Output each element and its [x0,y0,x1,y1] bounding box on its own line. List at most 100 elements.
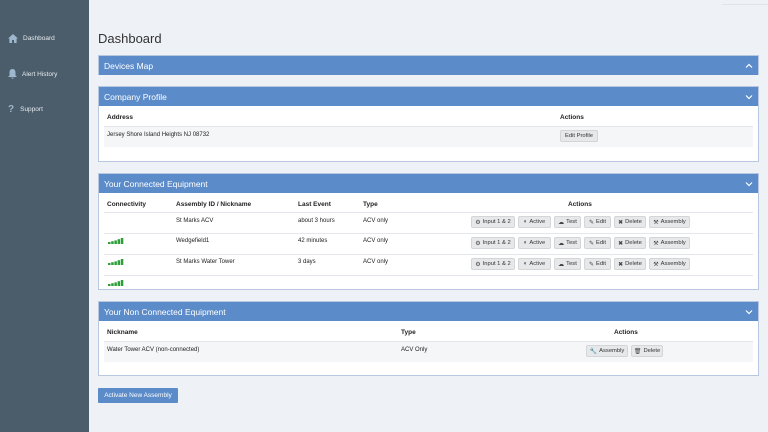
button-label: Active [529,261,546,267]
sidebar-item-alert-history[interactable]: Alert History [8,69,57,79]
signal-strength-icon [108,259,124,265]
button-label: Delete [625,240,642,246]
assembly-button[interactable]: ⚒ Assembly [649,216,690,228]
column-header-type: Type [401,329,416,336]
test-button[interactable]: ☁ Test [554,237,581,249]
company-profile-header[interactable]: Company Profile [99,87,758,106]
wrench-icon: 🔧 [589,348,598,355]
last-event: 3 days [298,259,316,265]
active-button[interactable]: ◐ Active [518,237,551,249]
wrench-icon: ⚒ [653,261,659,268]
top-divider [722,4,768,5]
chevron-down-icon[interactable] [744,307,754,317]
assembly-name: Wedgefield1 [176,238,210,244]
sidebar-item-label: Dashboard [23,35,55,42]
button-label: Active [529,240,546,246]
edit-button[interactable]: ✎ Edit [584,237,611,249]
last-event: about 3 hours [298,218,335,224]
question-icon: ? [8,104,15,115]
button-label: Test [566,261,577,267]
button-label: Input 1 & 2 [482,240,511,246]
address-value: Jersey Shore Island Heights NJ 08732 [107,132,210,138]
connected-equipment-header[interactable]: Your Connected Equipment [99,174,758,193]
panel-title: Your Connected Equipment [104,178,208,189]
devices-map-header[interactable]: Devices Map [99,56,758,75]
wrench-icon: ⚒ [653,219,659,226]
button-label: Edit [596,261,607,267]
equipment-type: ACV only [363,218,389,224]
home-icon [8,34,18,43]
equipment-type: ACV Only [401,347,428,353]
column-header-address: Address [107,114,134,121]
chevron-down-icon[interactable] [744,179,754,189]
button-label: Test [566,240,577,246]
equipment-type: ACV only [363,238,389,244]
delete-button[interactable]: ✖ Delete [614,216,646,228]
assembly-button[interactable]: 🔧 Assembly [586,345,628,357]
active-button[interactable]: ◐ Active [518,258,551,270]
panel-title: Your Non Connected Equipment [104,306,226,317]
toggle-icon: ◐ [523,261,528,267]
sidebar-item-dashboard[interactable]: Dashboard [8,34,55,43]
chevron-down-icon[interactable] [744,92,754,102]
row-divider [104,275,753,276]
column-header-assembly-id: Assembly ID / Nickname [176,201,252,208]
signal-strength-icon [108,238,124,244]
sidebar-item-support[interactable]: ? Support [8,104,43,115]
delete-button[interactable]: ✖ Delete [614,258,646,270]
edit-button[interactable]: ✎ Edit [584,216,611,228]
pencil-icon: ✎ [588,240,595,247]
edit-profile-button[interactable]: Edit Profile [560,130,598,142]
column-header-nickname: Nickname [107,329,138,336]
input-button[interactable]: ⚙ Input 1 & 2 [471,258,515,270]
gears-icon: ⚙ [475,219,481,226]
sidebar: Dashboard Alert History ? Support [0,0,89,432]
column-header-connectivity: Connectivity [107,201,147,208]
edit-button[interactable]: ✎ Edit [584,258,611,270]
activate-new-assembly-button[interactable]: Activate New Assembly [98,388,178,403]
sidebar-item-label: Support [20,106,43,113]
button-label: Edit [596,219,607,225]
panel-title: Devices Map [104,60,154,71]
row-divider [104,254,753,255]
assembly-name: St Marks ACV [176,218,214,224]
delete-button[interactable]: 🗑 Delete [631,345,663,357]
test-button[interactable]: ☁ Test [554,216,581,228]
signal-strength-icon [108,280,124,286]
connected-equipment-panel: Your Connected Equipment Connectivity As… [98,173,759,290]
button-label: Test [566,219,577,225]
trash-icon: 🗑 [633,348,642,355]
assembly-name: St Marks Water Tower [176,259,235,265]
non-connected-equipment-header[interactable]: Your Non Connected Equipment [99,302,758,321]
trash-icon: ✖ [618,219,624,226]
pencil-icon: ✎ [588,219,595,226]
column-header-actions: Actions [560,114,584,121]
delete-button[interactable]: ✖ Delete [614,237,646,249]
button-label: Assembly [660,240,686,246]
page-title: Dashboard [98,31,162,46]
chevron-up-icon[interactable] [744,61,754,71]
column-header-actions: Actions [568,201,592,208]
button-label: Input 1 & 2 [482,261,511,267]
active-button[interactable]: ◐ Active [518,216,551,228]
test-button[interactable]: ☁ Test [554,258,581,270]
input-button[interactable]: ⚙ Input 1 & 2 [471,237,515,249]
button-label: Edit [596,240,607,246]
sidebar-item-label: Alert History [22,70,58,78]
nickname-value: Water Tower ACV (non-connected) [107,347,200,353]
panel-title: Company Profile [104,91,167,102]
button-label: Active [529,219,546,225]
cloud-icon: ☁ [558,240,565,247]
gears-icon: ⚙ [475,261,481,268]
assembly-button[interactable]: ⚒ Assembly [649,237,690,249]
equipment-type: ACV only [363,259,389,265]
button-label: Delete [625,261,642,267]
last-event: 42 minutes [298,238,328,244]
input-button[interactable]: ⚙ Input 1 & 2 [471,216,515,228]
assembly-button[interactable]: ⚒ Assembly [649,258,690,270]
devices-map-panel: Devices Map [98,55,759,75]
company-profile-panel: Company Profile Address Actions Jersey S… [98,86,759,162]
wrench-icon: ⚒ [653,240,659,247]
button-label: Delete [643,348,661,354]
button-label: Assembly [660,261,686,267]
